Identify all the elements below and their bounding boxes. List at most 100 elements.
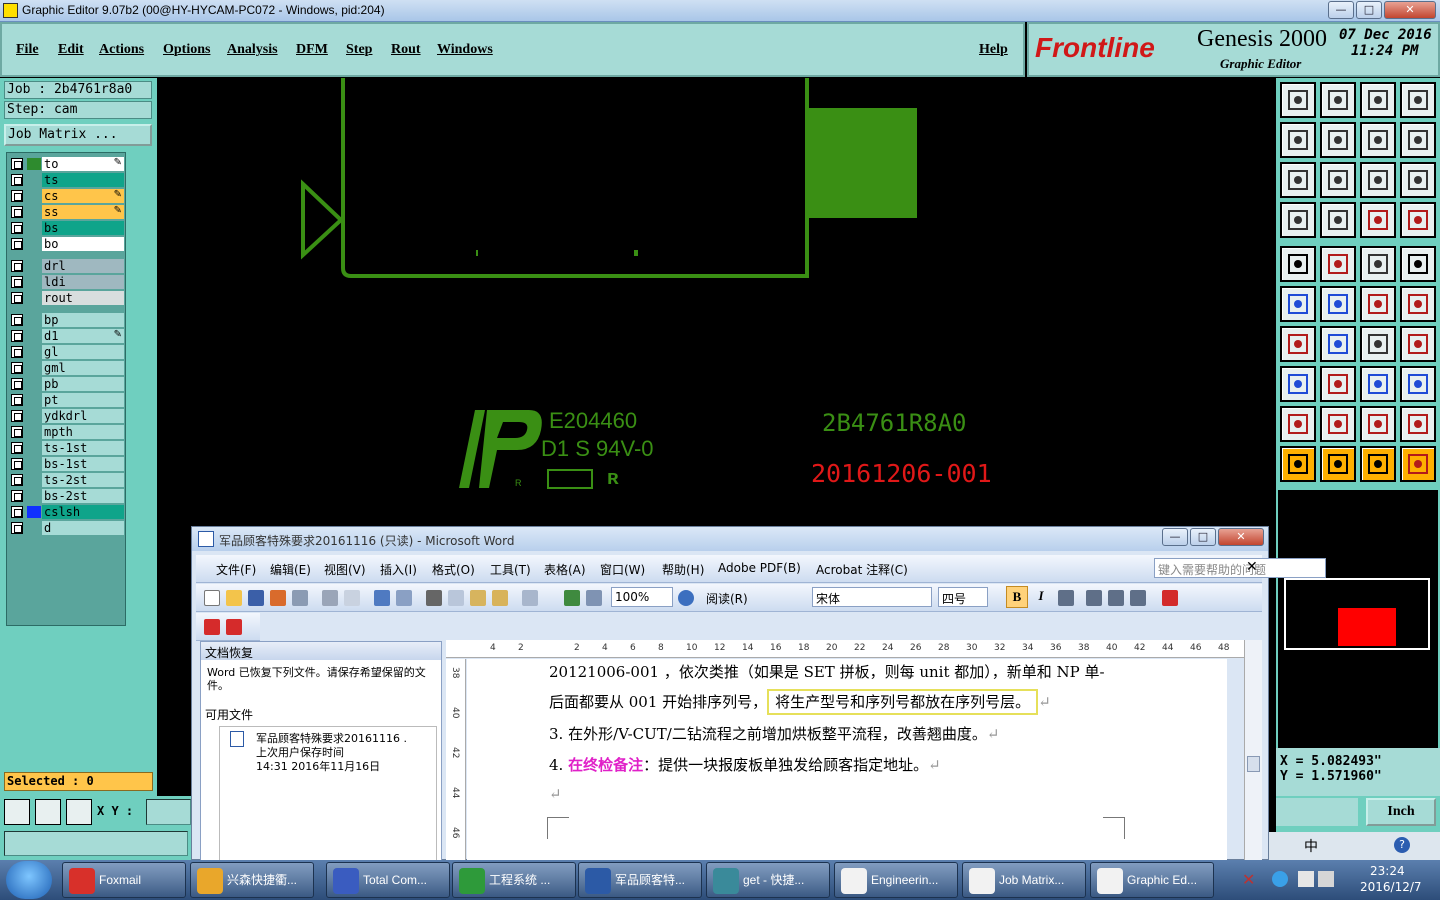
taskbar-item[interactable]: get - 快捷... bbox=[706, 862, 830, 898]
layer-name[interactable]: ts bbox=[42, 173, 124, 187]
menu-dfm[interactable]: DFM bbox=[296, 42, 328, 58]
word-menu-item[interactable]: Adobe PDF(B) bbox=[718, 561, 801, 575]
layer-name[interactable]: ts-2st bbox=[42, 473, 124, 487]
minus-icon[interactable] bbox=[1320, 366, 1356, 402]
word-menu-item[interactable]: Acrobat 注释(C) bbox=[816, 561, 908, 578]
layer-color-swatch[interactable] bbox=[27, 490, 41, 502]
ime-mode[interactable]: 中 bbox=[1304, 836, 1318, 856]
window-icon[interactable] bbox=[1400, 82, 1436, 118]
menu-help[interactable]: Help bbox=[979, 42, 1008, 58]
size-select[interactable]: 四号 bbox=[938, 587, 988, 607]
step-icon[interactable] bbox=[1400, 122, 1436, 158]
layer-name[interactable]: rout bbox=[42, 291, 124, 305]
flip-icon[interactable] bbox=[1400, 326, 1436, 362]
fit-icon[interactable] bbox=[1280, 162, 1316, 198]
taskbar-item[interactable]: 工程系统 ... bbox=[452, 862, 576, 898]
open-icon[interactable] bbox=[226, 590, 242, 606]
word-menu-item[interactable]: 工具(T) bbox=[490, 561, 531, 578]
layer-row-pb[interactable]: pb bbox=[9, 377, 125, 391]
layer-color-swatch[interactable] bbox=[27, 276, 41, 288]
zoom-in-icon[interactable] bbox=[1320, 82, 1356, 118]
layer-name[interactable]: bs-1st bbox=[42, 457, 124, 471]
layer-color-swatch[interactable] bbox=[27, 362, 41, 374]
taskbar-item[interactable]: Graphic Ed... bbox=[1090, 862, 1214, 898]
layer-color-swatch[interactable] bbox=[27, 442, 41, 454]
word-menu-item[interactable]: 编辑(E) bbox=[270, 561, 311, 578]
volume-tray-icon[interactable] bbox=[1318, 871, 1334, 887]
layer-row-bo[interactable]: bo bbox=[9, 237, 125, 251]
print-preview-icon[interactable] bbox=[344, 590, 360, 606]
menu-options[interactable]: Options bbox=[163, 42, 210, 58]
taskbar-item[interactable]: Engineerin... bbox=[834, 862, 958, 898]
vertical-ruler[interactable]: 38 40 42 44 46 bbox=[446, 659, 466, 861]
word-menu-item[interactable]: 插入(I) bbox=[380, 561, 417, 578]
italic-button[interactable]: I bbox=[1032, 588, 1050, 606]
layer-row-bs-1st[interactable]: bs-1st bbox=[9, 457, 125, 471]
zoom-area-icon[interactable] bbox=[1320, 162, 1356, 198]
layer-name[interactable]: drl bbox=[42, 259, 124, 273]
taskbar-item[interactable]: Total Com... bbox=[326, 862, 450, 898]
layer-checkbox[interactable] bbox=[11, 174, 23, 186]
help-search-input[interactable]: 键入需要帮助的问题 bbox=[1154, 558, 1326, 578]
layer-checkbox[interactable] bbox=[11, 426, 23, 438]
paste-icon[interactable] bbox=[470, 590, 486, 606]
network-tray-icon[interactable] bbox=[1272, 871, 1288, 887]
layer-color-swatch[interactable] bbox=[27, 222, 41, 234]
layer-checkbox[interactable] bbox=[11, 490, 23, 502]
measure-icon[interactable] bbox=[35, 799, 61, 825]
read-button[interactable]: 阅读(R) bbox=[706, 590, 748, 607]
layer-color-swatch[interactable] bbox=[27, 410, 41, 422]
pan-right-icon[interactable] bbox=[1320, 122, 1356, 158]
word-menu-item[interactable]: 格式(O) bbox=[432, 561, 475, 578]
layer-color-swatch[interactable] bbox=[27, 522, 41, 534]
menu-actions[interactable]: Actions bbox=[99, 42, 144, 58]
layer-color-swatch[interactable] bbox=[27, 506, 41, 518]
layer-color-swatch[interactable] bbox=[27, 474, 41, 486]
vertical-scrollbar[interactable] bbox=[1244, 640, 1262, 861]
move-icon[interactable] bbox=[1360, 286, 1396, 322]
layer-checkbox[interactable] bbox=[11, 522, 23, 534]
layer-color-swatch[interactable] bbox=[27, 426, 41, 438]
start-button[interactable] bbox=[6, 861, 52, 899]
unit-button[interactable]: Inch bbox=[1366, 798, 1436, 826]
circle-icon[interactable] bbox=[1400, 246, 1436, 282]
taskbar-item[interactable]: 兴森快捷衢... bbox=[190, 862, 314, 898]
word-minimize-button[interactable]: — bbox=[1162, 528, 1188, 546]
graphics-canvas[interactable]: E204460 D1 S 94V-0 R ʀ 2B4761R8A0 201612… bbox=[157, 78, 1276, 526]
layer-checkbox[interactable] bbox=[11, 474, 23, 486]
layer-color-swatch[interactable] bbox=[27, 378, 41, 390]
scale-icon[interactable] bbox=[1360, 162, 1396, 198]
align-icon[interactable] bbox=[1058, 590, 1074, 606]
layer-row-gml[interactable]: gml bbox=[9, 361, 125, 375]
layer-row-ts[interactable]: ts bbox=[9, 173, 125, 187]
layer-checkbox[interactable] bbox=[11, 260, 23, 272]
layer-name[interactable]: to bbox=[42, 157, 124, 171]
maximize-button[interactable]: □ bbox=[1356, 1, 1382, 19]
layer-name[interactable]: cslsh bbox=[42, 505, 124, 519]
close-tray-icon[interactable]: ✕ bbox=[1242, 870, 1255, 889]
layer-color-swatch[interactable] bbox=[27, 206, 41, 218]
taskbar-item[interactable]: 军品顾客特... bbox=[578, 862, 702, 898]
connect-icon[interactable] bbox=[1280, 286, 1316, 322]
word-menu-item[interactable]: 视图(V) bbox=[324, 561, 366, 578]
clock-date[interactable]: 2016/12/7 bbox=[1360, 880, 1422, 894]
ruler-icon[interactable] bbox=[1360, 246, 1396, 282]
mirror-icon[interactable] bbox=[1360, 122, 1396, 158]
bullets-icon[interactable] bbox=[1108, 590, 1124, 606]
word-menu-item[interactable]: 文件(F) bbox=[216, 561, 256, 578]
help-icon[interactable]: ? bbox=[1394, 837, 1410, 853]
layer-checkbox[interactable] bbox=[11, 206, 23, 218]
word-doc-icon[interactable] bbox=[198, 531, 214, 547]
numbering-icon[interactable] bbox=[1086, 590, 1102, 606]
menu-file[interactable]: File bbox=[16, 42, 39, 58]
triangle-icon[interactable] bbox=[1280, 406, 1316, 442]
pdf-mail-icon[interactable] bbox=[226, 619, 242, 635]
layer-row-ts-2st[interactable]: ts-2st bbox=[9, 473, 125, 487]
layer-checkbox[interactable] bbox=[11, 292, 23, 304]
layer-color-swatch[interactable] bbox=[27, 260, 41, 272]
print-icon[interactable] bbox=[322, 590, 338, 606]
text-a3-icon[interactable] bbox=[1400, 406, 1436, 442]
word-menu-close-icon[interactable]: ✕ bbox=[1246, 559, 1258, 575]
layer-row-ts-1st[interactable]: ts-1st bbox=[9, 441, 125, 455]
layer-checkbox[interactable] bbox=[11, 238, 23, 250]
